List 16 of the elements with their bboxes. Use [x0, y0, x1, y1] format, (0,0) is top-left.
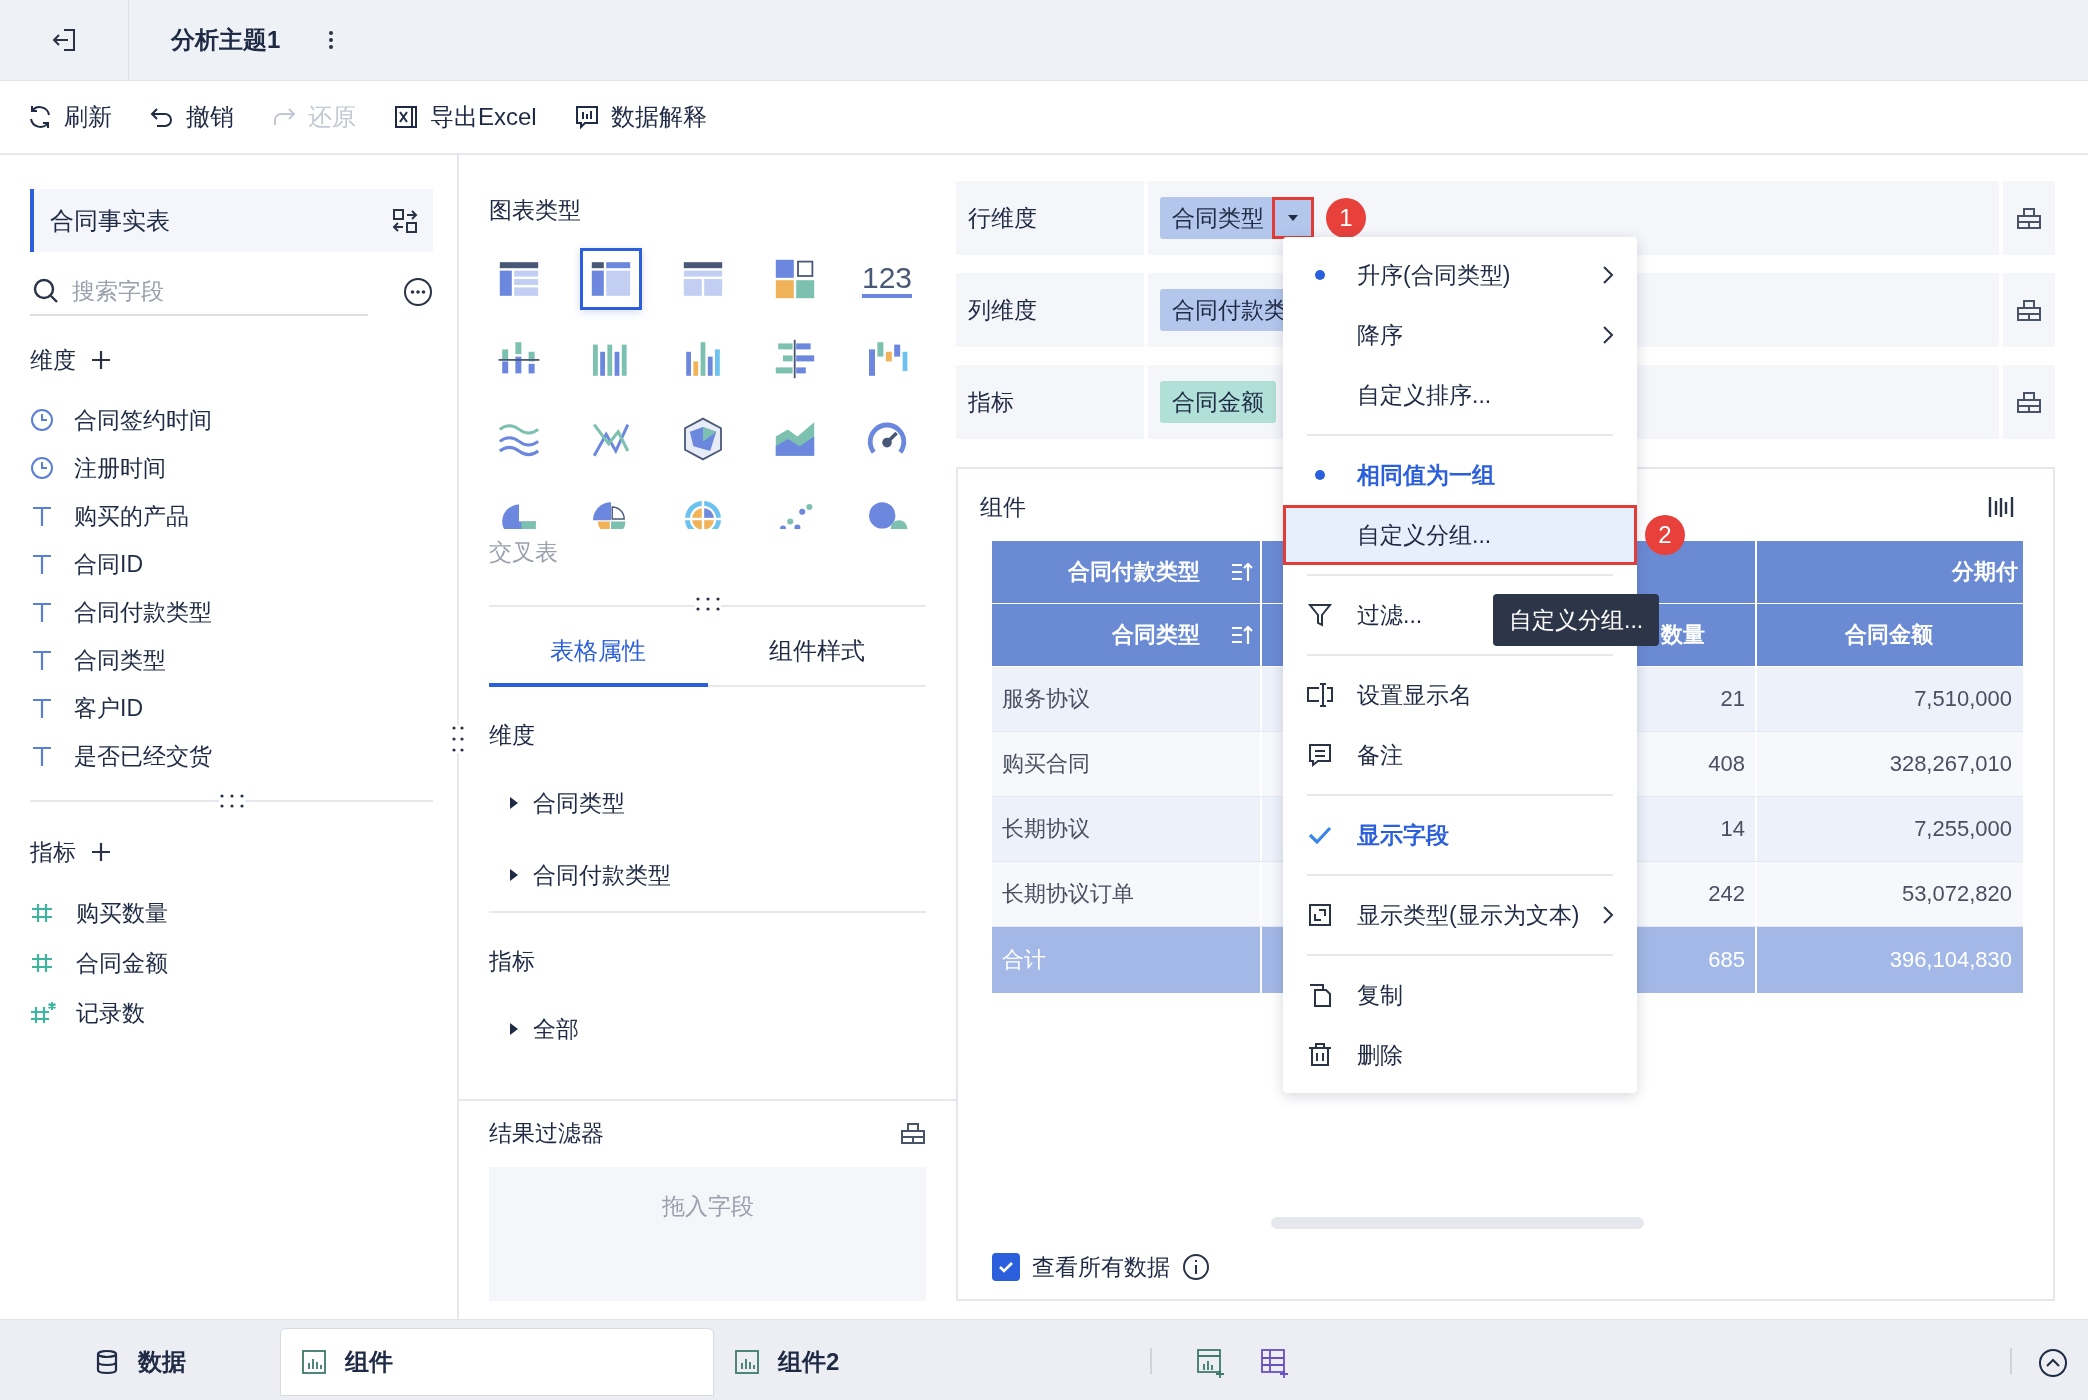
tooltip: 自定义分组... [1493, 594, 1660, 646]
section-title: 指标 [489, 946, 536, 976]
component-title: 组件 [980, 492, 1026, 522]
section-title: 结果过滤器 [489, 1118, 604, 1148]
shelf-label: 行维度 [956, 181, 1144, 255]
step-badge: 1 [1326, 198, 1366, 238]
section-title: 指标 [30, 837, 76, 867]
shelf-label: 列维度 [956, 273, 1144, 347]
section-title: 维度 [30, 345, 76, 375]
shelf-label: 指标 [956, 365, 1144, 439]
step-badge: 2 [1645, 515, 1685, 555]
table-cell: 396,104,830 [1757, 927, 2023, 993]
section-title: 图表类型 [489, 196, 582, 225]
section-title: 维度 [489, 720, 536, 750]
table-cell: 合计 [992, 927, 1262, 993]
chart-type-name: 交叉表 [489, 538, 559, 567]
